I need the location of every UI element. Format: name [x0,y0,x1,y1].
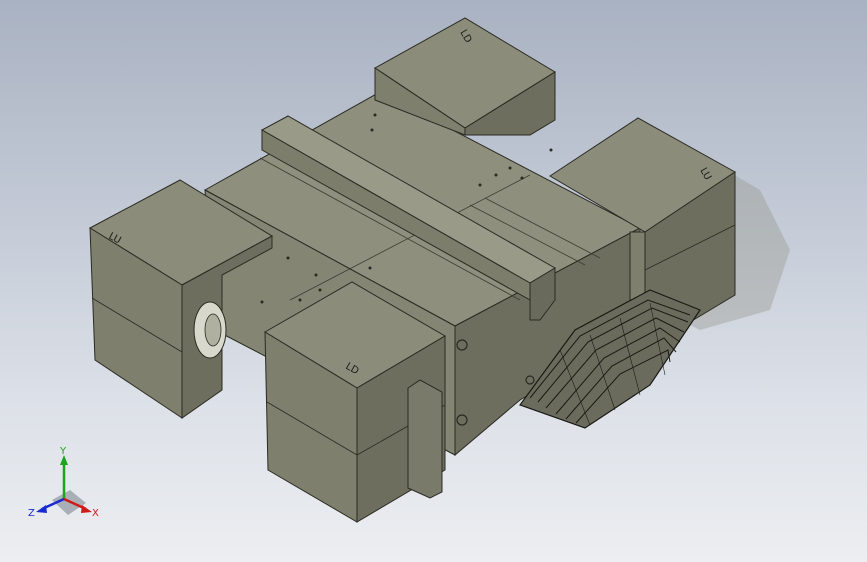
door-flap [407,379,443,499]
3d-model-view[interactable]: LU LD LU LD [0,0,867,562]
triad-z-label: Z [28,508,35,519]
fan-hub [204,313,222,347]
cad-viewport[interactable]: LU LD LU LD Y X Z [0,0,867,562]
triad-x-label: X [92,508,99,519]
triad-z-arrow [36,505,47,513]
triad-y-label: Y [59,446,67,457]
orientation-triad: Y X Z [28,446,99,519]
triad-x-arrow [81,505,92,513]
